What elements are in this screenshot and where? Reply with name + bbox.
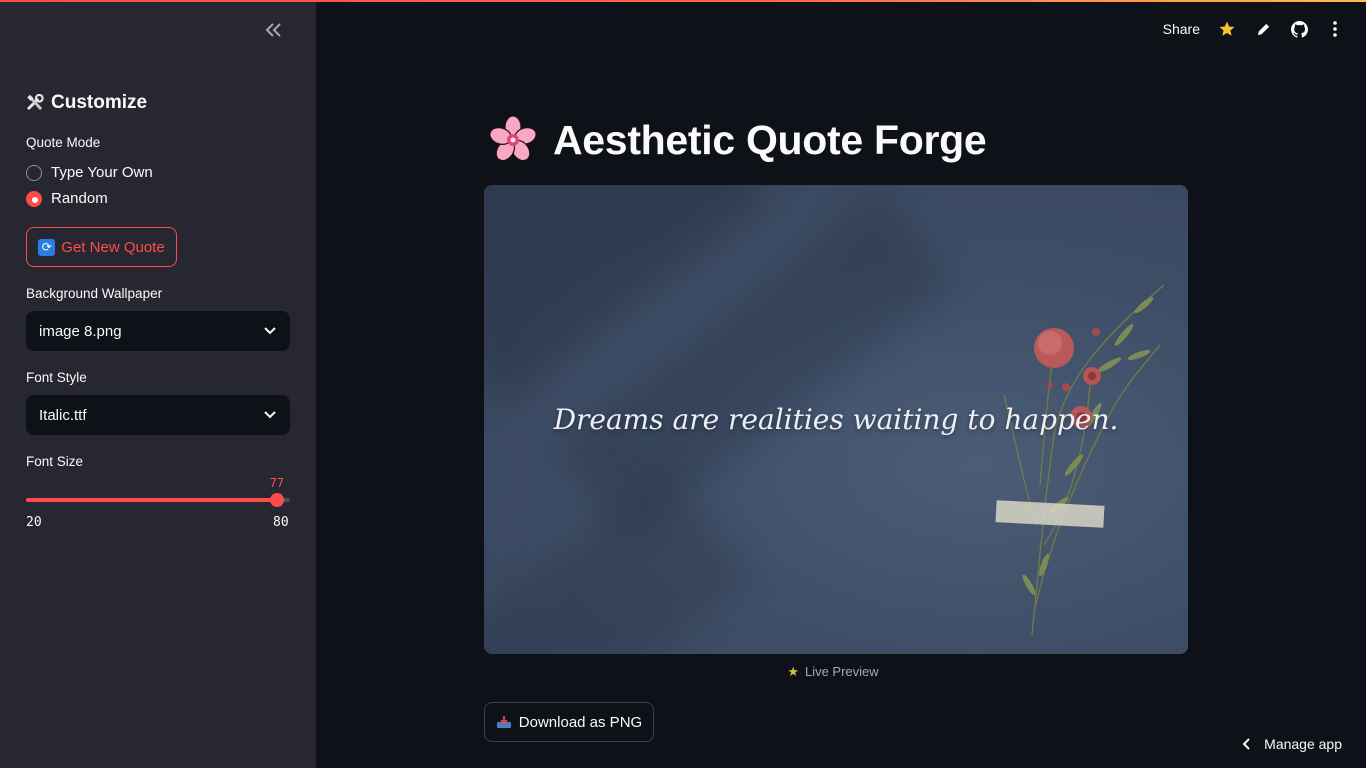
main-menu-button[interactable] — [1326, 18, 1344, 40]
download-png-button[interactable]: Download as PNG — [484, 702, 654, 742]
sidebar-title: Customize — [26, 92, 147, 114]
background-wallpaper-label: Background Wallpaper — [26, 286, 163, 301]
chevron-left-icon — [1242, 738, 1250, 750]
quote-mode-label: Quote Mode — [26, 135, 101, 150]
top-decoration-bar — [0, 0, 1366, 2]
double-chevron-left-icon — [265, 23, 281, 37]
quote-text: Dreams are realities waiting to happen. — [553, 403, 1119, 436]
quote-preview-image: Dreams are realities waiting to happen. — [484, 185, 1188, 654]
star-icon: ★ — [787, 664, 799, 679]
font-style-label: Font Style — [26, 370, 87, 385]
font-size-min: 20 — [26, 515, 42, 530]
pencil-icon — [1257, 23, 1269, 35]
page-title: Aesthetic Quote Forge — [487, 114, 987, 166]
chevron-down-icon — [264, 411, 276, 419]
radio-label: Random — [51, 190, 108, 207]
font-style-select[interactable]: Italic.ttf — [26, 395, 290, 435]
github-icon — [1290, 20, 1308, 38]
preview-caption: ★ Live Preview — [0, 664, 1366, 680]
manage-app-label: Manage app — [1264, 736, 1342, 752]
share-button[interactable]: Share — [1163, 21, 1200, 37]
get-new-quote-label: Get New Quote — [61, 238, 165, 256]
radio-label: Type Your Own — [51, 164, 153, 181]
kebab-menu-icon — [1333, 21, 1337, 37]
sidebar: Customize Quote Mode Type Your Own Rando… — [0, 0, 316, 768]
font-size-max: 80 — [273, 515, 289, 530]
chevron-down-icon — [264, 327, 276, 335]
page-title-text: Aesthetic Quote Forge — [553, 116, 987, 163]
star-button[interactable] — [1218, 18, 1236, 40]
star-icon — [1219, 21, 1235, 36]
font-size-value: 77 — [269, 476, 285, 490]
font-size-slider[interactable] — [26, 493, 290, 507]
cherry-blossom-icon — [489, 115, 537, 162]
tools-icon — [27, 93, 44, 110]
app-header: Share — [1163, 18, 1344, 40]
collapse-sidebar-button[interactable] — [262, 18, 286, 42]
inbox-tray-icon — [496, 716, 511, 728]
font-style-value: Italic.ttf — [39, 406, 87, 424]
radio-dot — [26, 164, 42, 181]
radio-random[interactable]: Random — [26, 190, 108, 207]
font-size-label: Font Size — [26, 454, 84, 469]
preview-caption-text: Live Preview — [804, 664, 879, 679]
background-wallpaper-select[interactable]: image 8.png — [26, 311, 290, 351]
slider-fill — [26, 498, 277, 502]
download-png-label: Download as PNG — [518, 713, 643, 731]
repeat-icon: ⟳ — [38, 238, 56, 256]
radio-type-your-own[interactable]: Type Your Own — [26, 164, 153, 181]
sidebar-title-text: Customize — [51, 92, 148, 113]
github-button[interactable] — [1290, 18, 1308, 40]
background-wallpaper-value: image 8.png — [39, 322, 122, 340]
manage-app-button[interactable]: Manage app — [1242, 736, 1342, 752]
edit-button[interactable] — [1254, 18, 1272, 40]
radio-dot — [26, 190, 42, 207]
get-new-quote-button[interactable]: ⟳ Get New Quote — [26, 227, 177, 267]
slider-thumb[interactable] — [269, 493, 284, 507]
